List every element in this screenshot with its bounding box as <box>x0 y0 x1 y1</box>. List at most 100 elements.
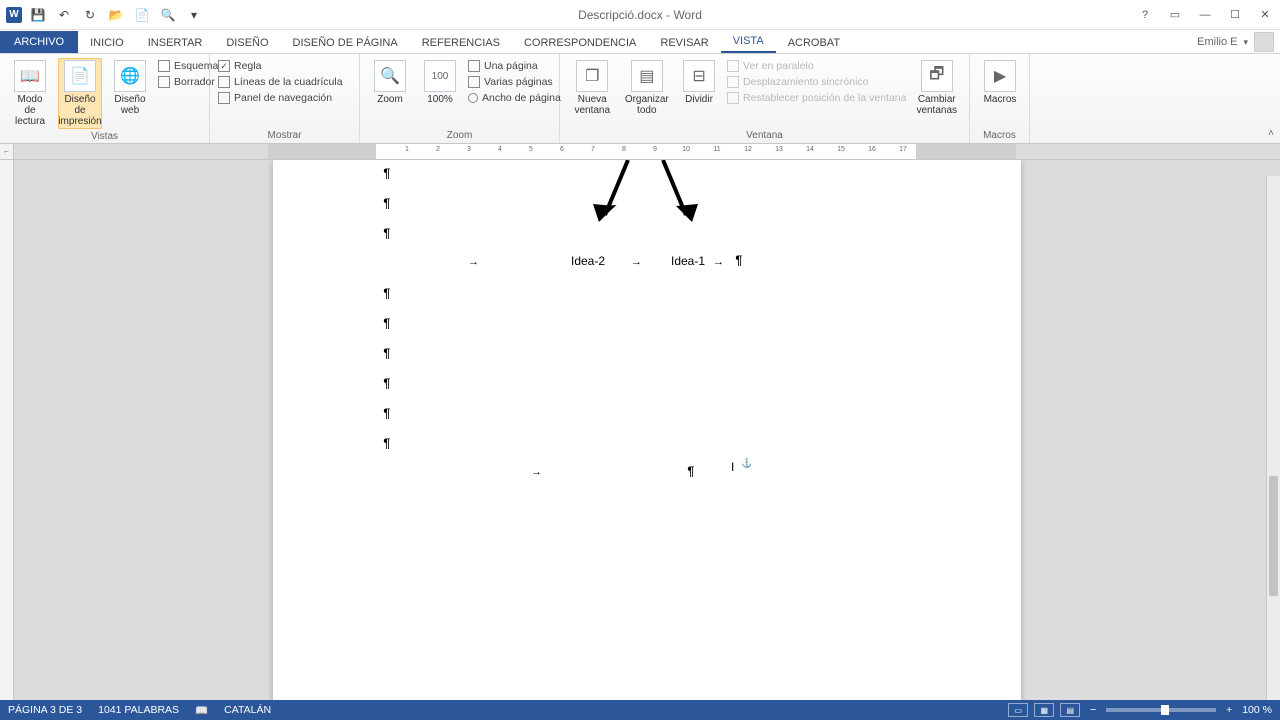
modo-lectura-button[interactable]: 📖 Modo de lectura <box>8 58 52 129</box>
macros-icon: ▶ <box>984 60 1016 92</box>
horizontal-ruler[interactable]: 1234567891011121314151617 <box>14 144 1280 160</box>
qat-new-icon[interactable]: 📄 <box>132 5 152 25</box>
ruler-number: 11 <box>713 146 720 153</box>
tab-inicio[interactable]: INICIO <box>78 33 136 53</box>
checkbox-icon <box>158 76 170 88</box>
minimize-button[interactable]: — <box>1190 3 1220 27</box>
tab-referencias[interactable]: REFERENCIAS <box>410 33 512 53</box>
group-ventana-label: Ventana <box>568 128 961 141</box>
web-layout-icon: 🌐 <box>114 60 146 92</box>
ruler-number: 16 <box>868 146 876 153</box>
status-page[interactable]: PÁGINA 3 DE 3 <box>8 704 82 716</box>
vertical-ruler[interactable] <box>0 160 14 700</box>
ruler-number: 9 <box>653 146 657 153</box>
view-print-layout-button[interactable]: ▦ <box>1034 703 1054 717</box>
user-name[interactable]: Emilio E <box>1197 36 1237 48</box>
status-proofing-icon[interactable]: 📖 <box>195 704 208 717</box>
una-pagina-button[interactable]: Una página <box>468 60 561 72</box>
qat-redo-icon[interactable]: ↻ <box>80 5 100 25</box>
tab-archivo[interactable]: ARCHIVO <box>0 31 78 53</box>
group-mostrar-label: Mostrar <box>218 128 351 141</box>
qat-customize-icon[interactable]: ▾ <box>184 5 204 25</box>
tab-mark: → <box>631 256 642 268</box>
zoom-percent[interactable]: 100 % <box>1242 704 1272 716</box>
ruler-left-margin <box>268 144 376 159</box>
tab-correspondencia[interactable]: CORRESPONDENCIA <box>512 33 648 53</box>
pilcrow-mark: ¶ <box>687 464 695 479</box>
zoom-slider[interactable] <box>1106 708 1216 712</box>
qat-undo-icon[interactable]: ↶ <box>54 5 74 25</box>
tab-vista[interactable]: VISTA <box>721 31 776 53</box>
ribbon-display-button[interactable]: ▭ <box>1160 3 1190 27</box>
ruler-number: 17 <box>899 146 907 153</box>
view-read-mode-button[interactable]: ▭ <box>1008 703 1028 717</box>
arrow-shape-right[interactable] <box>658 160 698 230</box>
panel-navegacion-checkbox[interactable]: Panel de navegación <box>218 92 343 104</box>
ruler-number: 15 <box>837 146 845 153</box>
checkbox-icon <box>218 76 230 88</box>
anchor-icon: ⚓ <box>741 458 752 469</box>
arrow-shape-left[interactable] <box>593 160 633 230</box>
cambiar-ventanas-button[interactable]: 🗗 Cambiar ventanas <box>912 58 961 118</box>
user-menu-chevron-icon[interactable]: ▾ <box>1243 37 1248 48</box>
word-app-icon: W <box>6 7 22 23</box>
pilcrow-mark: ¶ <box>383 376 391 391</box>
diseno-web-button[interactable]: 🌐 Diseño web <box>108 58 152 118</box>
ruler-number: 8 <box>622 146 626 153</box>
collapse-ribbon-button[interactable]: ˄ <box>1268 128 1274 139</box>
dividir-button[interactable]: ⊟ Dividir <box>677 58 721 107</box>
checkbox-icon <box>158 60 170 72</box>
side-by-side-icon <box>727 60 739 72</box>
zoom-button[interactable]: 🔍 Zoom <box>368 58 412 107</box>
checkbox-icon: ✓ <box>218 60 230 72</box>
ruler-number: 4 <box>498 146 502 153</box>
qat-save-icon[interactable]: 💾 <box>28 5 48 25</box>
tab-revisar[interactable]: REVISAR <box>648 33 720 53</box>
group-vistas-label: Vistas <box>8 129 201 142</box>
idea-1-text: Idea-1 <box>671 254 705 268</box>
zoom-in-button[interactable]: + <box>1222 704 1236 716</box>
tab-insertar[interactable]: INSERTAR <box>136 33 215 53</box>
close-button[interactable]: ✕ <box>1250 3 1280 27</box>
scrollbar-thumb[interactable] <box>1269 476 1278 596</box>
macros-button[interactable]: ▶ Macros <box>978 58 1022 107</box>
document-page[interactable]: → Idea-2 → Idea-1 → ¶ ¶ ¶ ¶ ¶ ¶ ¶ ¶ ¶ ¶ … <box>273 160 1021 700</box>
zoom-out-button[interactable]: − <box>1086 704 1100 716</box>
diseno-impresion-button[interactable]: 📄 Diseño de impresión <box>58 58 102 129</box>
pilcrow-mark: ¶ <box>383 436 391 451</box>
ancho-pagina-button[interactable]: Ancho de página <box>468 92 561 104</box>
varias-paginas-button[interactable]: Varias páginas <box>468 76 561 88</box>
nueva-ventana-button[interactable]: ❐ Nueva ventana <box>568 58 617 118</box>
help-button[interactable]: ? <box>1130 3 1160 27</box>
qat-open-icon[interactable]: 📂 <box>106 5 126 25</box>
zoom-100-button[interactable]: 100 100% <box>418 58 462 107</box>
qat-print-preview-icon[interactable]: 🔍 <box>158 5 178 25</box>
magnifier-icon: 🔍 <box>374 60 406 92</box>
view-web-layout-button[interactable]: ▤ <box>1060 703 1080 717</box>
regla-checkbox[interactable]: ✓Regla <box>218 60 343 72</box>
user-avatar[interactable] <box>1254 32 1274 52</box>
ver-en-paralelo-button: Ver en paralelo <box>727 60 906 72</box>
lineas-cuadricula-checkbox[interactable]: Líneas de la cuadrícula <box>218 76 343 88</box>
vertical-scrollbar[interactable] <box>1266 176 1280 700</box>
pilcrow-mark: ¶ <box>383 166 391 181</box>
ruler-number: 12 <box>744 146 752 153</box>
status-language[interactable]: CATALÁN <box>224 704 271 716</box>
tab-mark: → <box>713 256 724 268</box>
status-words[interactable]: 1041 PALABRAS <box>98 704 179 716</box>
tab-diseno-pagina[interactable]: DISEÑO DE PÁGINA <box>281 33 410 53</box>
group-macros-label: Macros <box>978 128 1021 141</box>
desplazamiento-sincronico-button: Desplazamiento sincrónico <box>727 76 906 88</box>
print-layout-icon: 📄 <box>64 60 96 92</box>
organizar-todo-button[interactable]: ▤ Organizar todo <box>623 58 672 118</box>
idea-2-text: Idea-2 <box>571 254 605 268</box>
ruler-number: 10 <box>682 146 690 153</box>
tab-diseno[interactable]: DISEÑO <box>214 33 280 53</box>
ruler-number: 3 <box>467 146 471 153</box>
maximize-button[interactable]: ☐ <box>1220 3 1250 27</box>
ruler-number: 7 <box>591 146 595 153</box>
pilcrow-mark: ¶ <box>383 406 391 421</box>
zoom-slider-thumb[interactable] <box>1161 705 1169 715</box>
ruler-number: 6 <box>560 146 564 153</box>
tab-acrobat[interactable]: ACROBAT <box>776 33 852 53</box>
